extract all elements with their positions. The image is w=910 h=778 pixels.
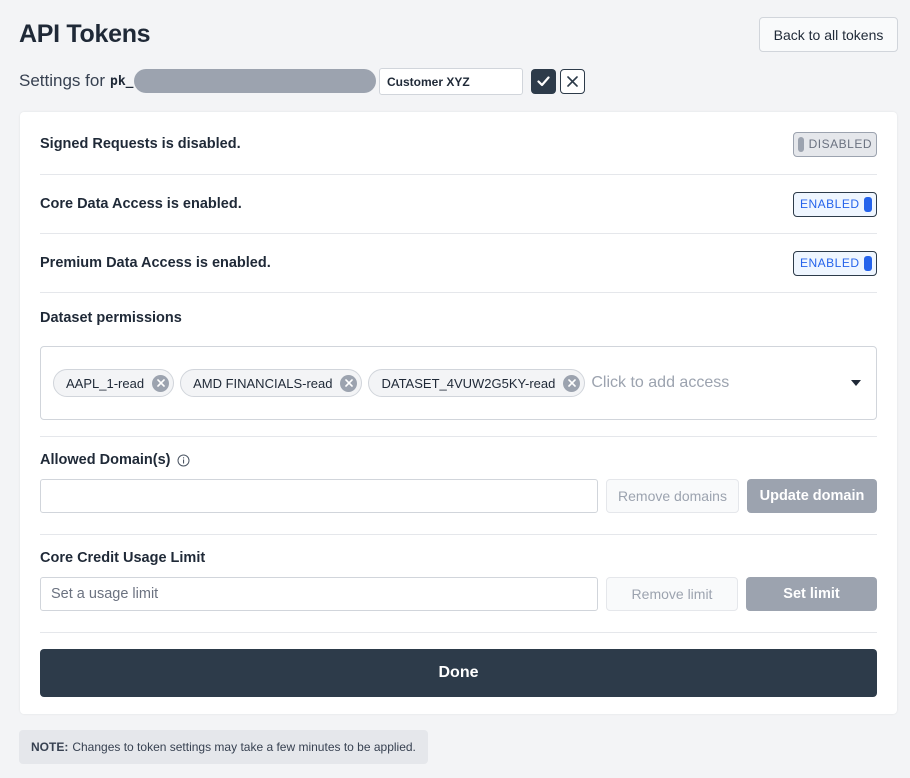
chip-label: AAPL_1-read <box>66 375 145 391</box>
dataset-permissions-label: Dataset permissions <box>40 310 182 326</box>
check-icon <box>537 76 550 87</box>
signed-requests-toggle[interactable]: DISABLED <box>793 131 877 157</box>
page-title: API Tokens <box>19 20 151 48</box>
permission-chip: DATASET_4VUW2G5KY-read <box>368 369 586 397</box>
settings-note: NOTE: Changes to token settings may take… <box>19 730 428 764</box>
remove-chip-icon[interactable] <box>563 374 581 392</box>
update-domain-button[interactable]: Update domain <box>747 479 877 513</box>
toggle-state-label: ENABLED <box>800 197 860 211</box>
add-access-placeholder[interactable]: Click to add access <box>591 374 729 392</box>
toggle-knob <box>864 196 872 212</box>
settings-label: Settings for <box>19 71 105 90</box>
core-data-toggle[interactable]: ENABLED <box>793 191 877 217</box>
premium-data-toggle[interactable]: ENABLED <box>793 250 877 276</box>
signed-requests-row: Signed Requests is disabled. DISABLED <box>40 130 877 158</box>
divider <box>40 233 877 234</box>
redacted-key <box>134 69 377 93</box>
divider <box>40 436 877 437</box>
remove-domains-button[interactable]: Remove domains <box>606 479 739 513</box>
core-data-row: Core Data Access is enabled. ENABLED <box>40 190 877 218</box>
permission-chip: AAPL_1-read <box>53 369 175 397</box>
allowed-domains-label: Allowed Domain(s) <box>40 452 171 468</box>
allowed-domains-heading: Allowed Domain(s) <box>40 452 190 468</box>
token-settings-card: Signed Requests is disabled. DISABLED Co… <box>20 112 897 714</box>
confirm-name-button[interactable] <box>531 69 556 94</box>
core-data-label: Core Data Access is enabled. <box>40 196 242 212</box>
chevron-down-icon[interactable] <box>851 380 861 386</box>
toggle-state-label: ENABLED <box>800 256 860 270</box>
divider <box>40 292 877 293</box>
settings-header: Settings for pk_ <box>19 66 377 96</box>
set-limit-button[interactable]: Set limit <box>746 577 877 611</box>
divider <box>40 632 877 633</box>
divider <box>40 534 877 535</box>
toggle-knob <box>798 136 804 152</box>
close-icon <box>567 76 578 87</box>
permission-chip: AMD FINANCIALS-read <box>180 369 363 397</box>
premium-data-row: Premium Data Access is enabled. ENABLED <box>40 249 877 277</box>
info-icon[interactable] <box>177 454 190 467</box>
usage-limit-label: Core Credit Usage Limit <box>40 550 206 566</box>
chip-label: AMD FINANCIALS-read <box>193 375 333 391</box>
toggle-knob <box>864 255 872 271</box>
signed-requests-label: Signed Requests is disabled. <box>40 136 241 152</box>
toggle-state-label: DISABLED <box>808 137 872 151</box>
back-to-all-tokens-button[interactable]: Back to all tokens <box>759 17 898 52</box>
done-button[interactable]: Done <box>40 649 877 697</box>
chip-label: DATASET_4VUW2G5KY-read <box>381 375 556 391</box>
remove-chip-icon[interactable] <box>340 374 358 392</box>
divider <box>40 174 877 175</box>
token-name-input[interactable] <box>379 68 523 95</box>
note-text: Changes to token settings may take a few… <box>72 740 416 754</box>
domain-input[interactable] <box>40 479 598 513</box>
premium-data-label: Premium Data Access is enabled. <box>40 255 271 271</box>
remove-chip-icon[interactable] <box>152 374 170 392</box>
key-prefix: pk_ <box>110 73 134 89</box>
usage-limit-input[interactable] <box>40 577 598 611</box>
note-prefix: NOTE: <box>31 740 69 754</box>
dataset-permissions-select[interactable]: AAPL_1-read AMD FINANCIALS-read DATASET_… <box>40 346 877 420</box>
remove-limit-button[interactable]: Remove limit <box>606 577 738 611</box>
cancel-name-button[interactable] <box>560 69 585 94</box>
